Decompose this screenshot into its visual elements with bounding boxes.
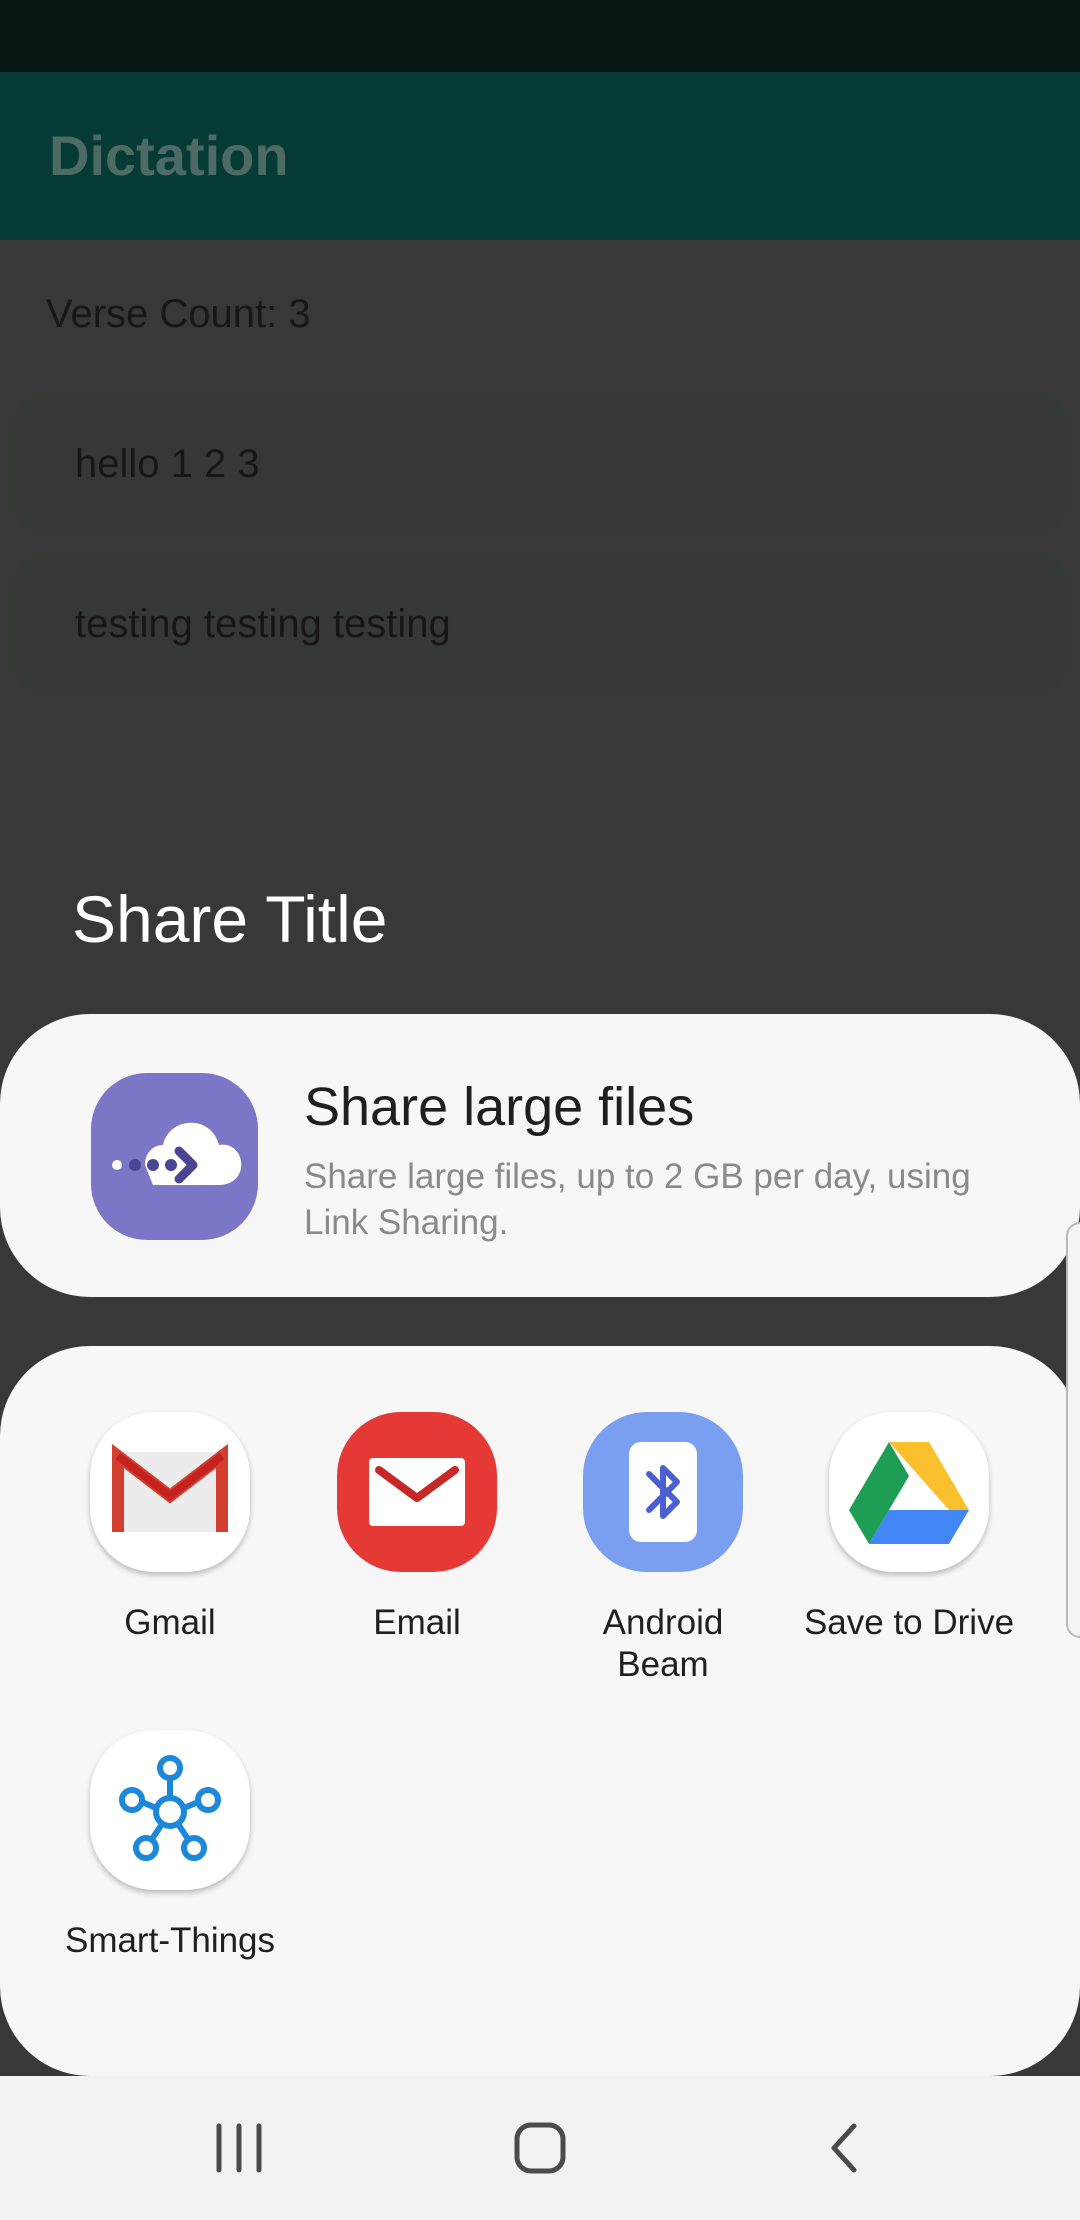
app-bar: Dictation — [0, 72, 1080, 240]
share-large-files-description: Share large files, up to 2 GB per day, u… — [304, 1157, 971, 1242]
share-target-label: Save to Drive — [803, 1603, 1015, 1642]
verse-text: hello 1 2 3 — [75, 442, 260, 486]
home-icon — [514, 2122, 566, 2174]
verse-text: testing testing testing — [75, 602, 451, 646]
navigation-bar — [0, 2076, 1080, 2220]
screen: Dictation Verse Count: 3 hello 1 2 3 tes… — [0, 0, 1080, 2220]
share-sheet-title: Share Title — [72, 882, 388, 956]
share-target-label: Smart-Things — [64, 1921, 276, 1960]
smartthings-icon — [90, 1730, 250, 1890]
recent-apps-button[interactable] — [149, 2076, 329, 2220]
share-target-label: Android Beam — [602, 1603, 724, 1684]
app-title: Dictation — [49, 124, 289, 187]
verse-count: Verse Count: 3 — [46, 292, 311, 336]
home-button[interactable] — [450, 2076, 630, 2220]
cloud-link-icon — [91, 1073, 258, 1240]
share-large-files-option[interactable]: Share large files Share large files, up … — [0, 1014, 1080, 1297]
edge-panel-handle[interactable] — [1066, 1222, 1080, 1638]
share-target-label: Gmail — [124, 1603, 216, 1642]
bluetooth-icon — [583, 1412, 743, 1572]
back-button[interactable] — [754, 2076, 934, 2220]
gmail-icon — [90, 1412, 250, 1572]
back-icon — [831, 2123, 857, 2173]
email-icon — [337, 1412, 497, 1572]
verse-card[interactable]: testing testing testing — [7, 552, 1073, 696]
drive-icon — [829, 1412, 989, 1572]
recent-apps-icon — [216, 2123, 262, 2173]
status-bar — [0, 0, 1080, 72]
verse-card[interactable]: hello 1 2 3 — [7, 392, 1073, 536]
share-target-label: Email — [373, 1603, 461, 1642]
share-apps-panel: Gmail Email Android Beam Save to Drive S… — [0, 1346, 1080, 2076]
share-large-files-title: Share large files — [304, 1077, 695, 1137]
